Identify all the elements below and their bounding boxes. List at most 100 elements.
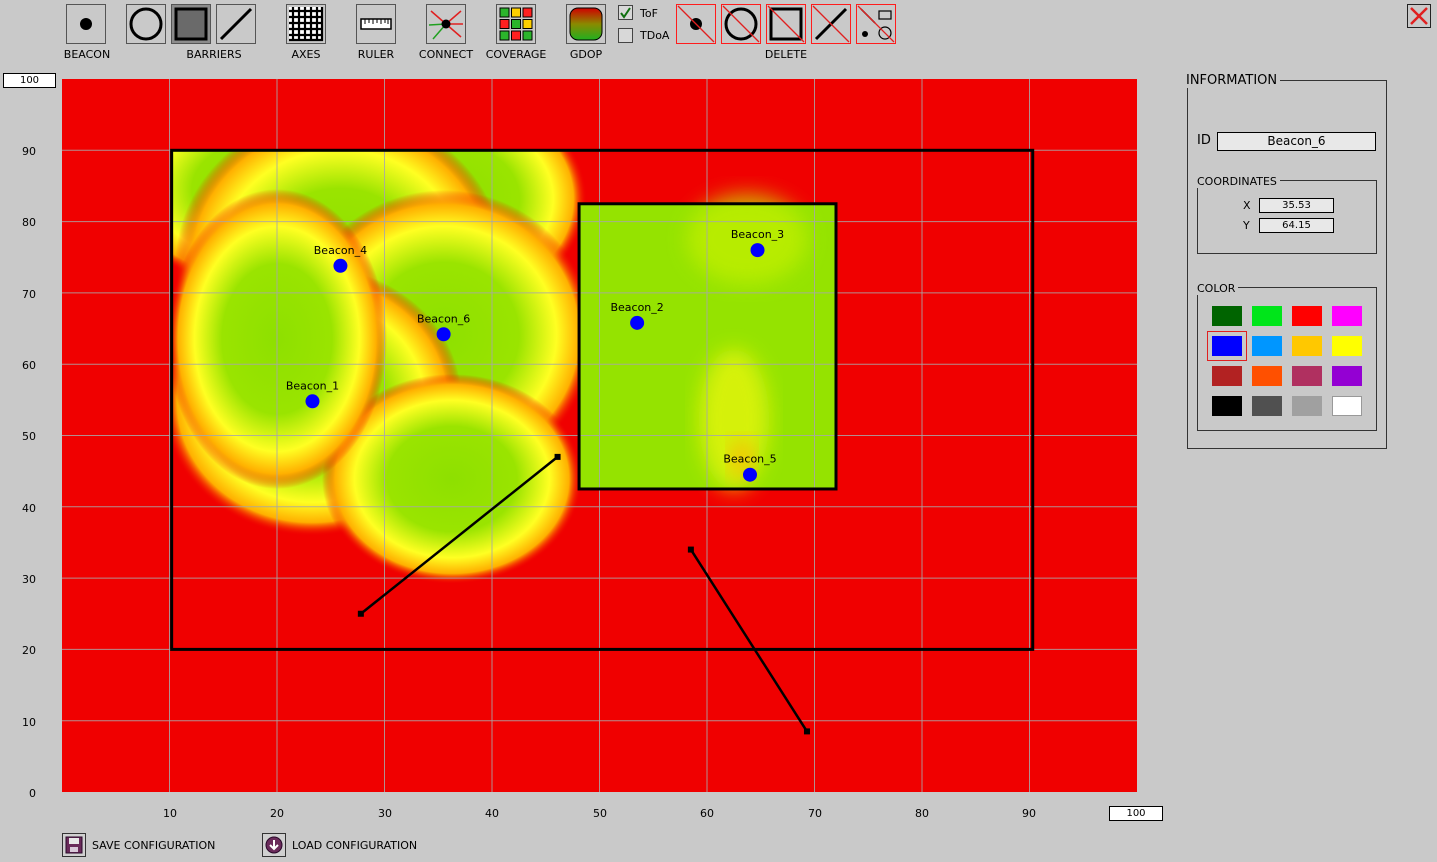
line-barrier-endpoint — [554, 453, 561, 460]
delete-line-button[interactable] — [811, 4, 851, 44]
color-swatch[interactable] — [1332, 366, 1362, 386]
y-tick-label: 20 — [22, 644, 36, 657]
information-title: INFORMATION — [1183, 73, 1281, 88]
delete-rectangle-button[interactable] — [766, 4, 806, 44]
y-tick-label: 90 — [22, 145, 36, 158]
connect-icon — [428, 10, 463, 40]
line-barrier-icon — [219, 7, 253, 41]
load-configuration-button[interactable] — [262, 833, 286, 857]
y-tick-label: 50 — [22, 430, 36, 443]
delete-line-icon — [812, 5, 850, 43]
y-label: Y — [1243, 219, 1250, 232]
rectangle-barrier-button[interactable] — [171, 4, 211, 44]
connect-tool-label: CONNECT — [418, 48, 474, 61]
delete-all-icon — [857, 5, 895, 43]
beacon-marker[interactable] — [305, 394, 320, 409]
beacon-marker[interactable] — [743, 467, 757, 482]
beacon-label: Beacon_2 — [610, 301, 663, 314]
tof-checkbox[interactable] — [618, 5, 633, 20]
delete-beacon-button[interactable] — [676, 4, 716, 44]
checkmark-icon — [620, 7, 631, 19]
line-barrier — [689, 548, 809, 733]
y-tick-label: 10 — [22, 716, 36, 729]
coordinates-title: COORDINATES — [1194, 175, 1280, 188]
beacon-tool-button[interactable] — [66, 4, 106, 44]
x-max-input[interactable]: 100 — [1109, 806, 1163, 821]
ruler-tool-button[interactable] — [356, 4, 396, 44]
x-tick-label: 70 — [808, 807, 822, 820]
y-tick-label: 40 — [22, 502, 36, 515]
x-coordinate-field[interactable]: 35.53 — [1259, 198, 1334, 213]
x-tick-label: 80 — [915, 807, 929, 820]
color-swatch[interactable] — [1332, 336, 1362, 356]
y-tick-label: 30 — [22, 573, 36, 586]
y-coordinate-field[interactable]: 64.15 — [1259, 218, 1334, 233]
color-swatch[interactable] — [1292, 306, 1322, 326]
beacon-label: Beacon_1 — [286, 379, 339, 392]
save-configuration-label: SAVE CONFIGURATION — [92, 839, 216, 852]
grid-icon — [289, 7, 324, 42]
x-tick-label: 90 — [1022, 807, 1036, 820]
coverage-icon — [499, 7, 533, 41]
delete-tool-label: DELETE — [764, 48, 808, 61]
line-barrier-endpoint — [687, 546, 694, 553]
save-configuration-button[interactable] — [62, 833, 86, 857]
gdop-tool-button[interactable] — [566, 4, 606, 44]
x-tick-label: 10 — [163, 807, 177, 820]
color-swatch[interactable] — [1292, 366, 1322, 386]
barriers-tool-label: BARRIERS — [186, 48, 242, 61]
circle-barrier-icon — [129, 7, 163, 41]
rectangle-barrier-icon — [174, 7, 208, 41]
id-label: ID — [1197, 133, 1211, 148]
x-label: X — [1243, 199, 1251, 212]
beacon-marker[interactable] — [333, 258, 348, 273]
beacon-marker[interactable] — [750, 243, 765, 258]
line-barrier-button[interactable] — [216, 4, 256, 44]
circle-barrier-button[interactable] — [126, 4, 166, 44]
close-icon — [1410, 7, 1428, 25]
coverage-heatmap — [171, 149, 835, 584]
x-tick-label: 20 — [270, 807, 284, 820]
beacon-marker[interactable] — [630, 315, 645, 330]
color-swatch[interactable] — [1332, 306, 1362, 326]
tof-label: ToF — [640, 7, 658, 20]
coordinates-group — [1197, 180, 1377, 254]
color-swatch[interactable] — [1212, 366, 1242, 386]
beacon-label: Beacon_4 — [314, 244, 367, 257]
beacon-label: Beacon_6 — [417, 312, 470, 325]
close-button[interactable] — [1407, 4, 1431, 28]
color-swatch[interactable] — [1332, 396, 1362, 416]
delete-beacon-icon — [677, 5, 715, 43]
y-tick-label: 0 — [29, 787, 36, 800]
beacon-label: Beacon_5 — [723, 453, 776, 466]
axes-tool-label: AXES — [291, 48, 321, 61]
load-icon — [265, 836, 283, 854]
color-swatch[interactable] — [1252, 396, 1282, 416]
load-configuration-label: LOAD CONFIGURATION — [292, 839, 418, 852]
y-tick-label: 80 — [22, 216, 36, 229]
coverage-tool-button[interactable] — [496, 4, 536, 44]
beacon-marker[interactable] — [436, 327, 451, 342]
delete-all-button[interactable] — [856, 4, 896, 44]
color-swatch[interactable] — [1212, 396, 1242, 416]
delete-circle-icon — [722, 5, 760, 43]
color-swatch[interactable] — [1292, 336, 1322, 356]
id-field[interactable]: Beacon_6 — [1217, 132, 1376, 151]
selected-color-indicator — [1207, 331, 1247, 361]
axes-tool-button[interactable] — [286, 4, 326, 44]
beacon-tool-label: BEACON — [63, 48, 111, 61]
ruler-icon — [360, 18, 392, 30]
color-swatch[interactable] — [1292, 396, 1322, 416]
delete-circle-button[interactable] — [721, 4, 761, 44]
color-swatch[interactable] — [1212, 306, 1242, 326]
tdoa-checkbox[interactable] — [618, 28, 633, 43]
beacon-icon — [80, 18, 92, 30]
connect-tool-button[interactable] — [426, 4, 466, 44]
y-tick-label: 60 — [22, 359, 36, 372]
color-swatch[interactable] — [1252, 366, 1282, 386]
coverage-map-canvas[interactable]: Beacon_1 Beacon_2 Beacon_3 Beacon_4 Beacon_5… — [62, 79, 1137, 792]
color-swatch[interactable] — [1252, 306, 1282, 326]
gdop-tool-label: GDOP — [569, 48, 603, 61]
y-max-input[interactable]: 100 — [3, 73, 56, 88]
color-swatch[interactable] — [1252, 336, 1282, 356]
